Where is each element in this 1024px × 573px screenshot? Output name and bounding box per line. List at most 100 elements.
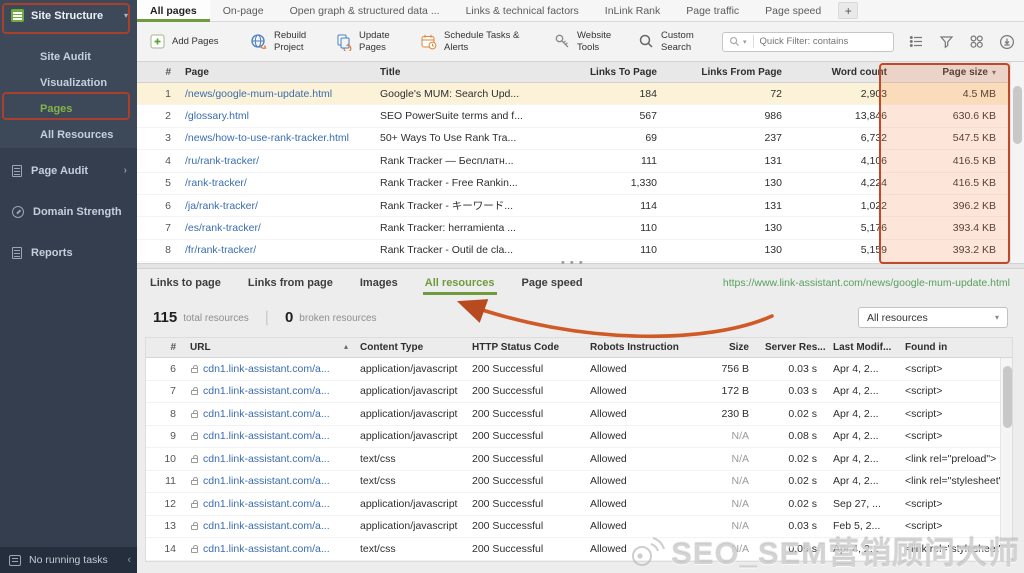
links-from-page: 130 bbox=[671, 177, 796, 189]
page-link[interactable]: /es/rank-tracker/ bbox=[185, 222, 261, 234]
column-header-title[interactable]: Title bbox=[376, 67, 581, 78]
column-header-number[interactable]: # bbox=[146, 342, 186, 353]
page-link[interactable]: /news/how-to-use-rank-tracker.html bbox=[185, 132, 349, 144]
resources-table-scrollbar[interactable] bbox=[1000, 358, 1012, 561]
page-size: 4.5 MB bbox=[901, 88, 1010, 100]
column-header-robots[interactable]: Robots Instruction bbox=[586, 342, 701, 353]
table-row[interactable]: 7/es/rank-tracker/Rank Tracker: herramie… bbox=[137, 217, 1010, 239]
export-icon[interactable] bbox=[999, 34, 1015, 50]
page-link[interactable]: /ja/rank-tracker/ bbox=[185, 200, 258, 212]
column-header-links-from-page[interactable]: Links From Page bbox=[671, 67, 796, 78]
column-header-number[interactable]: # bbox=[137, 67, 181, 78]
column-header-last-modified[interactable]: Last Modif... bbox=[829, 342, 901, 353]
rebuild-project-button[interactable]: Rebuild Project bbox=[250, 30, 324, 53]
column-header-found-in[interactable]: Found in bbox=[901, 342, 1012, 353]
detail-tab-links-from-page[interactable]: Links from page bbox=[248, 269, 333, 296]
detail-tab-links-to-page[interactable]: Links to page bbox=[150, 269, 221, 296]
detail-tab-all-resources[interactable]: All resources bbox=[425, 269, 495, 296]
tab-page-traffic[interactable]: Page traffic bbox=[673, 0, 752, 21]
resource-url[interactable]: cdn1.link-assistant.com/a... bbox=[203, 408, 330, 420]
table-row[interactable]: 10cdn1.link-assistant.com/a...text/css20… bbox=[146, 448, 1012, 471]
workspace-settings-icon[interactable] bbox=[969, 34, 984, 49]
detail-tab-images[interactable]: Images bbox=[360, 269, 398, 296]
column-header-url[interactable]: URL▴ bbox=[186, 342, 356, 353]
column-header-page[interactable]: Page bbox=[181, 67, 376, 78]
column-header-word-count[interactable]: Word count bbox=[796, 67, 901, 78]
table-row[interactable]: 11cdn1.link-assistant.com/a...text/css20… bbox=[146, 471, 1012, 494]
toolbar: Add Pages Rebuild Project Update Pages S… bbox=[137, 22, 1024, 62]
schedule-tasks-button[interactable]: Schedule Tasks & Alerts bbox=[420, 30, 526, 53]
quick-filter-input[interactable] bbox=[760, 36, 887, 47]
page-link[interactable]: /fr/rank-tracker/ bbox=[185, 244, 256, 256]
sidebar-item-reports[interactable]: Reports bbox=[0, 232, 137, 273]
table-row[interactable]: 14cdn1.link-assistant.com/a...text/css20… bbox=[146, 538, 1012, 561]
row-number: 3 bbox=[137, 132, 181, 144]
sidebar-item-page-audit[interactable]: Page Audit › bbox=[0, 150, 137, 191]
workspace-tabbar: All pages On-page Open graph & structure… bbox=[137, 0, 1024, 22]
add-pages-button[interactable]: Add Pages bbox=[149, 33, 222, 50]
table-row[interactable]: 6/ja/rank-tracker/Rank Tracker - キーワード..… bbox=[137, 195, 1010, 217]
page-cell: /news/how-to-use-rank-tracker.html bbox=[181, 132, 376, 144]
sidebar-item-site-structure[interactable]: Site Structure ▾ bbox=[11, 9, 128, 22]
page-link[interactable]: /ru/rank-tracker/ bbox=[185, 155, 259, 167]
column-header-server-response[interactable]: Server Res... bbox=[761, 342, 829, 353]
sidebar-item-site-audit[interactable]: Site Audit bbox=[0, 44, 137, 70]
sidebar-item-pages[interactable]: Pages bbox=[0, 96, 137, 122]
website-tools-button[interactable]: Website Tools bbox=[554, 30, 627, 53]
page-link[interactable]: /news/google-mum-update.html bbox=[185, 88, 332, 100]
links-from-page: 986 bbox=[671, 110, 796, 122]
scrollbar-thumb[interactable] bbox=[1003, 366, 1012, 428]
table-row[interactable]: 5/rank-tracker/Rank Tracker - Free Ranki… bbox=[137, 173, 1010, 195]
resources-filter-dropdown[interactable]: All resources ▾ bbox=[858, 307, 1008, 328]
sidebar-item-domain-strength[interactable]: Domain Strength bbox=[0, 191, 137, 232]
add-workspace-tab-button[interactable]: + bbox=[838, 2, 858, 19]
page-link[interactable]: /glossary.html bbox=[185, 110, 249, 122]
filter-icon[interactable] bbox=[939, 34, 954, 49]
resource-url[interactable]: cdn1.link-assistant.com/a... bbox=[203, 520, 330, 532]
table-row[interactable]: 4/ru/rank-tracker/Rank Tracker — Бесплат… bbox=[137, 150, 1010, 172]
tab-all-pages[interactable]: All pages bbox=[137, 0, 210, 21]
chevron-down-icon[interactable]: ▾ bbox=[743, 38, 747, 46]
table-row[interactable]: 2/glossary.htmlSEO PowerSuite terms and … bbox=[137, 105, 1010, 127]
sidebar-item-visualization[interactable]: Visualization bbox=[0, 70, 137, 96]
size: N/A bbox=[701, 498, 761, 510]
table-row[interactable]: 1/news/google-mum-update.htmlGoogle's MU… bbox=[137, 83, 1010, 105]
column-header-page-size[interactable]: Page size▾ bbox=[901, 67, 1010, 78]
table-row[interactable]: 7cdn1.link-assistant.com/a...application… bbox=[146, 381, 1012, 404]
table-row[interactable]: 8cdn1.link-assistant.com/a...application… bbox=[146, 403, 1012, 426]
sidebar-item-all-resources[interactable]: All Resources bbox=[0, 122, 137, 148]
selected-page-url-link[interactable]: https://www.link-assistant.com/news/goog… bbox=[723, 269, 1010, 296]
collapse-sidebar-icon[interactable]: ‹ bbox=[127, 554, 131, 566]
column-header-content-type[interactable]: Content Type bbox=[356, 342, 468, 353]
resource-url[interactable]: cdn1.link-assistant.com/a... bbox=[203, 475, 330, 487]
resource-url[interactable]: cdn1.link-assistant.com/a... bbox=[203, 543, 330, 555]
row-number: 9 bbox=[146, 430, 186, 442]
row-number: 1 bbox=[137, 88, 181, 100]
splitter-handle-icon[interactable] bbox=[561, 257, 584, 269]
tab-inlink-rank[interactable]: InLink Rank bbox=[592, 0, 673, 21]
resource-url[interactable]: cdn1.link-assistant.com/a... bbox=[203, 363, 330, 375]
detail-tab-page-speed[interactable]: Page speed bbox=[522, 269, 583, 296]
resource-url[interactable]: cdn1.link-assistant.com/a... bbox=[203, 385, 330, 397]
resource-url[interactable]: cdn1.link-assistant.com/a... bbox=[203, 430, 330, 442]
tab-on-page[interactable]: On-page bbox=[210, 0, 277, 21]
resource-url[interactable]: cdn1.link-assistant.com/a... bbox=[203, 498, 330, 510]
scrollbar-thumb[interactable] bbox=[1013, 86, 1022, 144]
resource-url[interactable]: cdn1.link-assistant.com/a... bbox=[203, 453, 330, 465]
pages-table-scrollbar[interactable] bbox=[1010, 62, 1024, 263]
column-header-links-to-page[interactable]: Links To Page bbox=[581, 67, 671, 78]
page-link[interactable]: /rank-tracker/ bbox=[185, 177, 247, 189]
column-header-http-status[interactable]: HTTP Status Code bbox=[468, 342, 586, 353]
tab-links-technical-factors[interactable]: Links & technical factors bbox=[453, 0, 592, 21]
table-row[interactable]: 13cdn1.link-assistant.com/a...applicatio… bbox=[146, 516, 1012, 539]
custom-search-button[interactable]: Custom Search bbox=[638, 30, 711, 53]
list-view-icon[interactable] bbox=[909, 34, 924, 49]
table-row[interactable]: 6cdn1.link-assistant.com/a...application… bbox=[146, 358, 1012, 381]
table-row[interactable]: 3/news/how-to-use-rank-tracker.html50+ W… bbox=[137, 128, 1010, 150]
table-row[interactable]: 9cdn1.link-assistant.com/a...application… bbox=[146, 426, 1012, 449]
table-row[interactable]: 12cdn1.link-assistant.com/a...applicatio… bbox=[146, 493, 1012, 516]
tab-open-graph[interactable]: Open graph & structured data ... bbox=[277, 0, 453, 21]
tab-page-speed[interactable]: Page speed bbox=[752, 0, 834, 21]
update-pages-button[interactable]: Update Pages bbox=[335, 30, 409, 53]
column-header-size[interactable]: Size bbox=[701, 342, 761, 353]
